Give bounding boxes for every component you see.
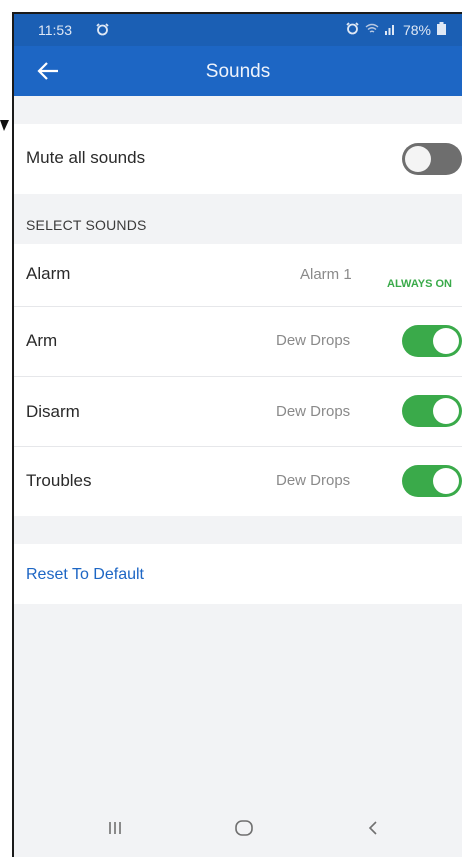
battery-percent: 78% (402, 22, 431, 38)
toggle-knob (433, 398, 459, 424)
app-bar: Sounds (14, 46, 462, 96)
reset-to-default-link[interactable]: Reset To Default (26, 566, 144, 584)
sound-row-troubles[interactable]: Troubles Dew Drops (14, 447, 462, 516)
recents-icon[interactable] (106, 819, 124, 842)
sound-value: Alarm 1 (300, 266, 352, 283)
section-header-select-sounds: SELECT SOUNDS (26, 217, 147, 233)
sound-value: Dew Drops (276, 332, 351, 349)
home-icon[interactable] (234, 819, 254, 842)
arm-sound-toggle[interactable] (402, 325, 462, 357)
system-nav-bar (14, 809, 462, 857)
wifi-icon (365, 22, 379, 38)
status-time: 11:53 (38, 22, 72, 38)
page-title: Sounds (205, 61, 271, 82)
toggle-knob (405, 146, 431, 172)
alarm-clock-icon (346, 22, 359, 38)
page-frame: 11:53 78% Sounds Mute all sounds SELECT … (0, 0, 462, 857)
sound-label: Troubles (26, 471, 92, 490)
sound-row-disarm[interactable]: Disarm Dew Drops (14, 377, 462, 446)
signal-icon (384, 22, 397, 38)
status-bar: 11:53 78% (14, 14, 462, 46)
sound-row-alarm[interactable]: Alarm Alarm 1 (14, 244, 462, 306)
sound-row-arm[interactable]: Arm Dew Drops (14, 307, 462, 376)
mute-all-label: Mute all sounds (26, 148, 146, 167)
phone-screen: 11:53 78% Sounds Mute all sounds SELECT … (12, 12, 462, 857)
sound-label: Disarm (26, 402, 80, 421)
battery-icon (437, 22, 446, 38)
sound-value: Dew Drops (276, 403, 351, 420)
troubles-sound-toggle[interactable] (402, 465, 462, 497)
mute-all-toggle[interactable] (402, 143, 462, 175)
sound-label: Alarm (26, 264, 71, 283)
corner-mark (0, 118, 10, 132)
disarm-sound-toggle[interactable] (402, 395, 462, 427)
sound-value: Dew Drops (276, 472, 351, 489)
status-indicators: 78% (346, 22, 446, 38)
sound-label: Arm (26, 331, 58, 350)
nav-back-icon[interactable] (366, 819, 380, 842)
toggle-knob (433, 328, 459, 354)
alarm-clock-icon (96, 23, 109, 39)
reset-row: Reset To Default (14, 544, 462, 604)
mute-all-row[interactable]: Mute all sounds (14, 124, 462, 194)
always-on-badge: ALWAYS ON (387, 278, 452, 290)
toggle-knob (433, 468, 459, 494)
